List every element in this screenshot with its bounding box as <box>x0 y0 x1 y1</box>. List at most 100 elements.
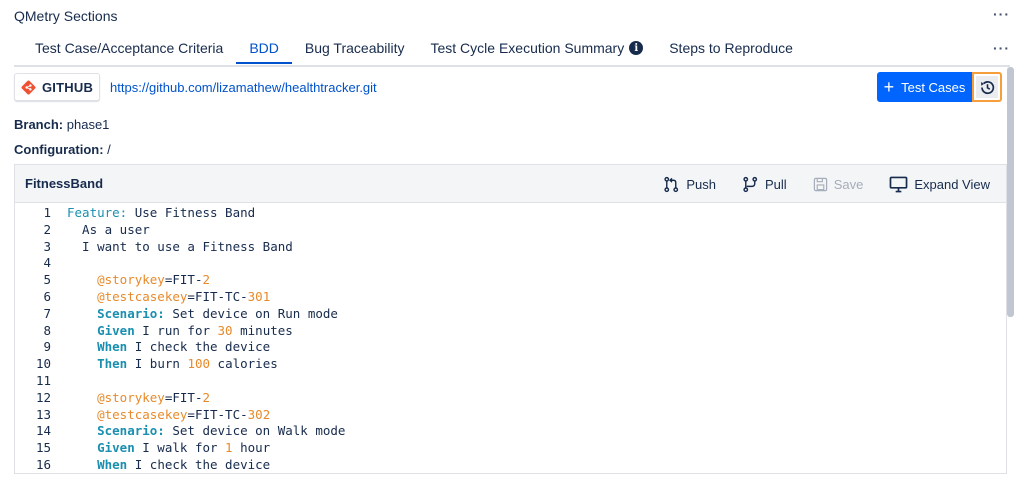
line-number: 14 <box>35 423 51 439</box>
code-token: minutes <box>232 322 293 338</box>
code-line: 1 Feature: Use Fitness Band <box>15 205 1006 222</box>
line-number: 10 <box>35 356 51 372</box>
code-line: 2 As a user <box>15 222 1006 239</box>
tab-label: BDD <box>249 40 279 56</box>
code-line: 5 @storykey=FIT-2 <box>15 272 1006 289</box>
code-token: 30 <box>217 322 233 338</box>
line-content: @testcasekey=FIT-TC-302 <box>51 407 270 424</box>
line-number: 3 <box>43 238 51 254</box>
vertical-scrollbar[interactable] <box>1007 67 1014 317</box>
code-token: I walk for <box>134 440 226 456</box>
expand-view-button[interactable]: Expand View <box>889 176 990 193</box>
line-number: 13 <box>35 406 51 422</box>
feature-editor: FitnessBand Push Pull Save Expand View 1… <box>14 164 1007 474</box>
tab-test-cycle-execution-summary[interactable]: Test Cycle Execution Summary i <box>417 38 656 64</box>
code-token: =FIT-TC- <box>187 406 248 422</box>
tabs-divider <box>14 65 1010 67</box>
save-icon <box>813 177 827 191</box>
code-line: 16 When I check the device <box>15 456 1006 473</box>
code-token: Then <box>67 356 128 372</box>
code-line: 7 Scenario: Set device on Run mode <box>15 306 1006 323</box>
branch-value: phase1 <box>66 117 110 132</box>
line-number: 4 <box>43 255 51 271</box>
tab-steps-to-reproduce[interactable]: Steps to Reproduce <box>656 38 806 64</box>
tab-test-case-acceptance-criteria[interactable]: Test Case/Acceptance Criteria <box>22 38 236 64</box>
code-line: 11 <box>15 373 1006 390</box>
code-token: Set device on Walk mode <box>164 423 346 439</box>
tabs-more-icon[interactable]: ··· <box>993 40 1010 56</box>
github-badge: GITHUB <box>14 73 101 101</box>
code-token: Given <box>67 322 135 338</box>
code-line: 9 When I check the device <box>15 339 1006 356</box>
line-content: When I check the device <box>51 339 270 356</box>
line-number: 11 <box>35 372 51 388</box>
code-token: I want to use a Fitness Band <box>67 238 293 254</box>
tab-bug-traceability[interactable]: Bug Traceability <box>292 38 418 64</box>
push-icon <box>664 176 679 192</box>
code-token: When <box>67 456 128 472</box>
code-token: @testcasekey <box>67 288 188 304</box>
git-diamond-icon <box>21 80 36 94</box>
pull-button[interactable]: Pull <box>742 176 787 193</box>
line-number: 2 <box>43 221 51 237</box>
section-more-icon[interactable]: ··· <box>993 6 1010 22</box>
history-button[interactable] <box>972 72 1002 102</box>
repo-row: GITHUB https://github.com/lizamathew/hea… <box>14 73 377 101</box>
code-token: When <box>67 339 128 355</box>
push-button[interactable]: Push <box>663 176 716 193</box>
line-number: 7 <box>43 305 51 321</box>
line-number: 8 <box>43 322 51 338</box>
code-line: 3 I want to use a Fitness Band <box>15 239 1006 256</box>
add-test-cases-label: Test Cases <box>901 79 966 95</box>
tab-bar: Test Case/Acceptance Criteria BDD Bug Trac… <box>22 38 806 64</box>
code-token: =FIT-TC- <box>187 288 248 304</box>
code-token: Given <box>67 440 135 456</box>
configuration-key: Configuration: <box>14 142 104 157</box>
info-icon[interactable]: i <box>629 41 644 55</box>
line-number: 16 <box>35 456 51 472</box>
history-icon <box>980 80 994 94</box>
code-token: @testcasekey <box>67 406 188 422</box>
code-line: 8 Given I run for 30 minutes <box>15 323 1006 340</box>
code-token: 2 <box>202 389 211 405</box>
tab-label: Test Cycle Execution Summary <box>430 40 625 56</box>
configuration-value: / <box>107 142 111 157</box>
add-test-cases-button[interactable]: + Test Cases <box>877 72 972 102</box>
line-number: 12 <box>35 389 51 405</box>
code-token: Scenario: <box>67 423 165 439</box>
code-line: 15 Given I walk for 1 hour <box>15 440 1006 457</box>
repo-url-link[interactable]: https://github.com/lizamathew/healthtrac… <box>110 80 377 95</box>
code-line: 12 @storykey=FIT-2 <box>15 390 1006 407</box>
pull-icon <box>743 176 758 192</box>
code-token: I check the device <box>127 456 271 472</box>
code-token: Feature: <box>67 205 128 220</box>
section-title: QMetry Sections <box>14 8 118 24</box>
code-token: 302 <box>247 406 271 422</box>
line-number: 15 <box>35 440 51 456</box>
configuration-info: Configuration: / <box>14 142 111 157</box>
code-token: @storykey <box>67 272 165 288</box>
line-content: Feature: Use Fitness Band <box>51 205 255 222</box>
line-content <box>51 373 67 390</box>
code-line: 14 Scenario: Set device on Walk mode <box>15 423 1006 440</box>
pull-label: Pull <box>765 176 787 192</box>
line-number: 1 <box>43 205 51 220</box>
line-content: As a user <box>51 222 150 239</box>
code-token: I burn <box>127 356 188 372</box>
file-name: FitnessBand <box>25 176 104 191</box>
tab-bdd[interactable]: BDD <box>236 38 292 64</box>
line-content: I want to use a Fitness Band <box>51 239 293 256</box>
branch-info: Branch: phase1 <box>14 117 109 132</box>
line-content: @storykey=FIT-2 <box>51 390 210 407</box>
push-label: Push <box>686 176 717 192</box>
code-token: =FIT- <box>164 272 203 288</box>
repo-provider-label: GITHUB <box>42 79 94 95</box>
line-number: 9 <box>43 339 51 355</box>
code-line: 6 @testcasekey=FIT-TC-301 <box>15 289 1006 306</box>
code-area[interactable]: 1 Feature: Use Fitness Band 2 As a user 3 I… <box>15 203 1006 473</box>
save-button[interactable]: Save <box>813 177 863 192</box>
code-token: calories <box>210 356 278 372</box>
editor-actions: Push Pull Save Expand View <box>663 165 990 203</box>
tab-label: Steps to Reproduce <box>669 40 793 56</box>
code-token: @storykey <box>67 389 165 405</box>
